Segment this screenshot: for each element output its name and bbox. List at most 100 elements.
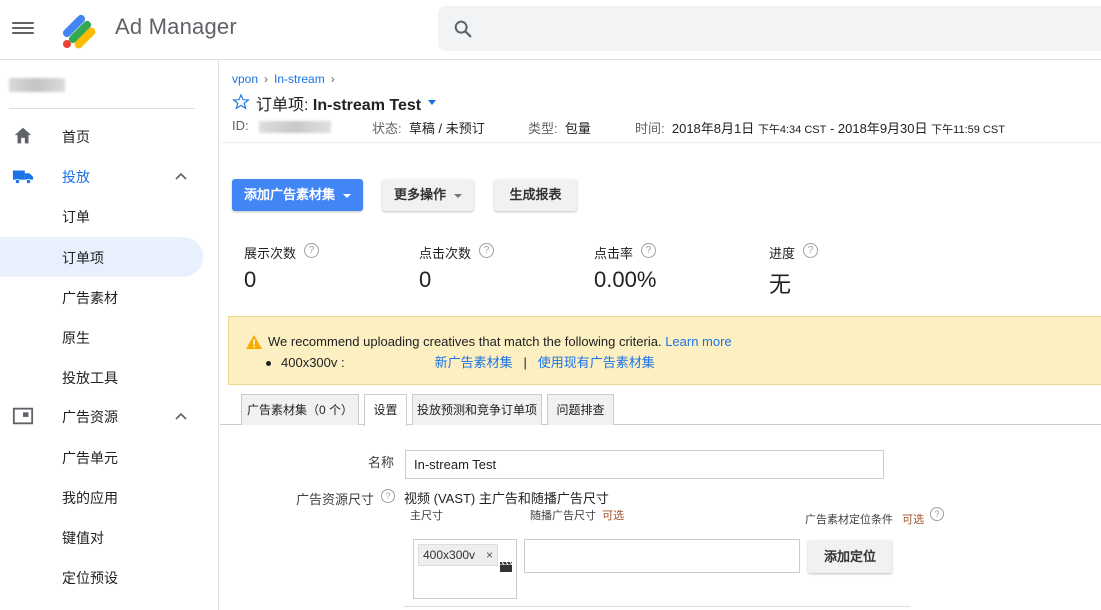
help-icon[interactable]: ? [381, 489, 395, 503]
inventory-size-value: 视频 (VAST) 主广告和随播广告尺寸 [404, 491, 609, 506]
help-icon[interactable]: ? [803, 243, 819, 258]
warning-icon [246, 335, 262, 349]
sidebar-item-label: 广告资源 [62, 409, 118, 425]
sidebar-item-native[interactable]: 原生 [0, 317, 203, 357]
breadcrumb-link-order[interactable]: In-stream [274, 72, 325, 86]
companion-size-input[interactable] [524, 539, 800, 573]
stat-clicks: 点击次数? 0 [419, 243, 495, 293]
breadcrumb-separator: › [264, 72, 269, 86]
link-divider: | [523, 355, 527, 370]
alert-criteria-item: 400x300v : 新广告素材集 | 使用现有广告素材集 [266, 352, 655, 371]
stat-label: 点击次数 [419, 246, 472, 261]
chip-label: 400x300v [423, 548, 476, 562]
sidebar-item-label: 首页 [62, 129, 90, 145]
sidebar-item-label: 我的应用 [62, 490, 118, 506]
bullet [266, 361, 271, 367]
search-icon[interactable] [452, 18, 474, 40]
main-menu-icon[interactable] [12, 19, 34, 39]
new-creative-set-link[interactable]: 新广告素材集 [435, 355, 513, 370]
stat-label: 进度 [769, 246, 796, 261]
learn-more-link[interactable]: Learn more [665, 334, 731, 349]
title-prefix: 订单项: [256, 97, 313, 114]
sidebar-item-creatives[interactable]: 广告素材 [0, 277, 203, 317]
use-existing-creative-set-link[interactable]: 使用现有广告素材集 [538, 355, 655, 370]
network-name-redacted [9, 78, 65, 92]
help-icon[interactable]: ? [641, 243, 657, 258]
help-icon[interactable]: ? [930, 507, 944, 521]
generate-report-button[interactable]: 生成报表 [494, 179, 577, 211]
app-title: Ad Manager [115, 14, 237, 39]
add-targeting-button[interactable]: 添加定位 [808, 540, 892, 573]
breadcrumb: vpon › In-stream › [232, 72, 341, 86]
sidebar-item-home[interactable]: 首页 [0, 116, 203, 156]
divider [404, 606, 910, 607]
optional-tag: 可选 [902, 514, 925, 526]
start-date: 2018年8月1日 [671, 121, 755, 136]
sidebar: 首页 投放 订单 订单项 广告素材 原生 投放工具 广告资源 广告单元 我的应用… [0, 60, 219, 610]
inventory-icon [12, 407, 34, 425]
optional-tag: 可选 [602, 510, 625, 522]
line-item-time: 时间: 2018年8月1日 下午4:34 CST - 2018年9月30日 下午… [635, 121, 1005, 136]
sidebar-item-orders[interactable]: 订单 [0, 196, 203, 236]
inventory-size-label: 广告资源尺寸 [296, 492, 375, 507]
sidebar-item-ad-units[interactable]: 广告单元 [0, 437, 203, 477]
ad-manager-logo [62, 14, 96, 49]
stat-value: 0 [244, 267, 257, 292]
sidebar-divider [9, 108, 195, 109]
close-icon[interactable]: × [486, 545, 493, 565]
criteria-size: 400x300v : [281, 355, 345, 370]
sidebar-item-label: 投放工具 [62, 370, 118, 386]
sidebar-item-inventory[interactable]: 广告资源 [0, 396, 203, 436]
line-item-type: 类型: 包量 [528, 121, 591, 136]
sidebar-item-label: 原生 [62, 330, 90, 346]
tab-forecast[interactable]: 投放预测和竞争订单项 [412, 394, 542, 425]
name-input[interactable] [405, 450, 884, 479]
star-icon[interactable] [232, 93, 250, 111]
title-dropdown-icon[interactable] [428, 100, 436, 105]
sidebar-item-label: 键值对 [62, 530, 104, 546]
stat-ctr: 点击率? 0.00% [594, 243, 656, 293]
sidebar-item-label: 订单项 [62, 250, 104, 266]
sidebar-item-label: 订单 [62, 209, 90, 225]
sidebar-item-delivery-tools[interactable]: 投放工具 [0, 357, 203, 397]
chevron-up-icon[interactable] [173, 408, 189, 424]
page-title: 订单项: In-stream Test [256, 91, 421, 115]
status-value: 草稿 / 未预订 [408, 121, 485, 136]
sidebar-item-label: 投放 [62, 169, 90, 185]
sidebar-item-label: 广告素材 [62, 290, 118, 306]
sidebar-item-key-values[interactable]: 键值对 [0, 517, 203, 557]
master-size-input[interactable]: 400x300v × [413, 539, 517, 599]
chevron-up-icon[interactable] [173, 168, 189, 184]
creative-targeting-label: 广告素材定位条件 可选 [805, 514, 925, 526]
tab-troubleshoot[interactable]: 问题排查 [547, 394, 614, 425]
add-creative-set-button[interactable]: 添加广告素材集 [232, 179, 363, 211]
main-content: vpon › In-stream › 订单项: In-stream Test ID: … [220, 60, 1101, 610]
top-bar: Ad Manager [0, 0, 1101, 60]
truck-icon [12, 170, 34, 185]
stat-progress: 进度? 无 [769, 243, 819, 299]
help-icon[interactable]: ? [304, 243, 320, 258]
type-value: 包量 [564, 121, 591, 136]
video-clapper-icon [500, 562, 512, 572]
name-label: 名称 [368, 455, 395, 470]
sidebar-item-my-apps[interactable]: 我的应用 [0, 477, 203, 517]
line-item-status: 状态: 草稿 / 未预订 [372, 121, 485, 136]
size-chip: 400x300v × [418, 544, 498, 566]
sidebar-item-delivery[interactable]: 投放 [0, 156, 203, 196]
tab-bar: 广告素材集（0 个） 设置 投放预测和竞争订单项 问题排查 [220, 393, 1101, 426]
start-time: 下午4:34 CST [757, 124, 827, 136]
tab-settings[interactable]: 设置 [364, 394, 407, 426]
stat-value: 0 [419, 267, 432, 292]
help-icon[interactable]: ? [479, 243, 495, 258]
divider [220, 142, 1101, 143]
tab-creative-sets[interactable]: 广告素材集（0 个） [241, 394, 359, 425]
stat-impressions: 展示次数? 0 [244, 243, 320, 293]
master-size-label: 主尺寸 [410, 510, 443, 522]
breadcrumb-link-network[interactable]: vpon [232, 72, 258, 86]
breadcrumb-separator: › [330, 72, 335, 86]
more-actions-button[interactable]: 更多操作 [382, 179, 474, 211]
sidebar-item-targeting-presets[interactable]: 定位预设 [0, 557, 203, 597]
creative-criteria-alert: We recommend uploading creatives that ma… [228, 316, 1101, 385]
search-bar[interactable] [438, 6, 1101, 51]
sidebar-item-line-items[interactable]: 订单项 [0, 237, 203, 277]
